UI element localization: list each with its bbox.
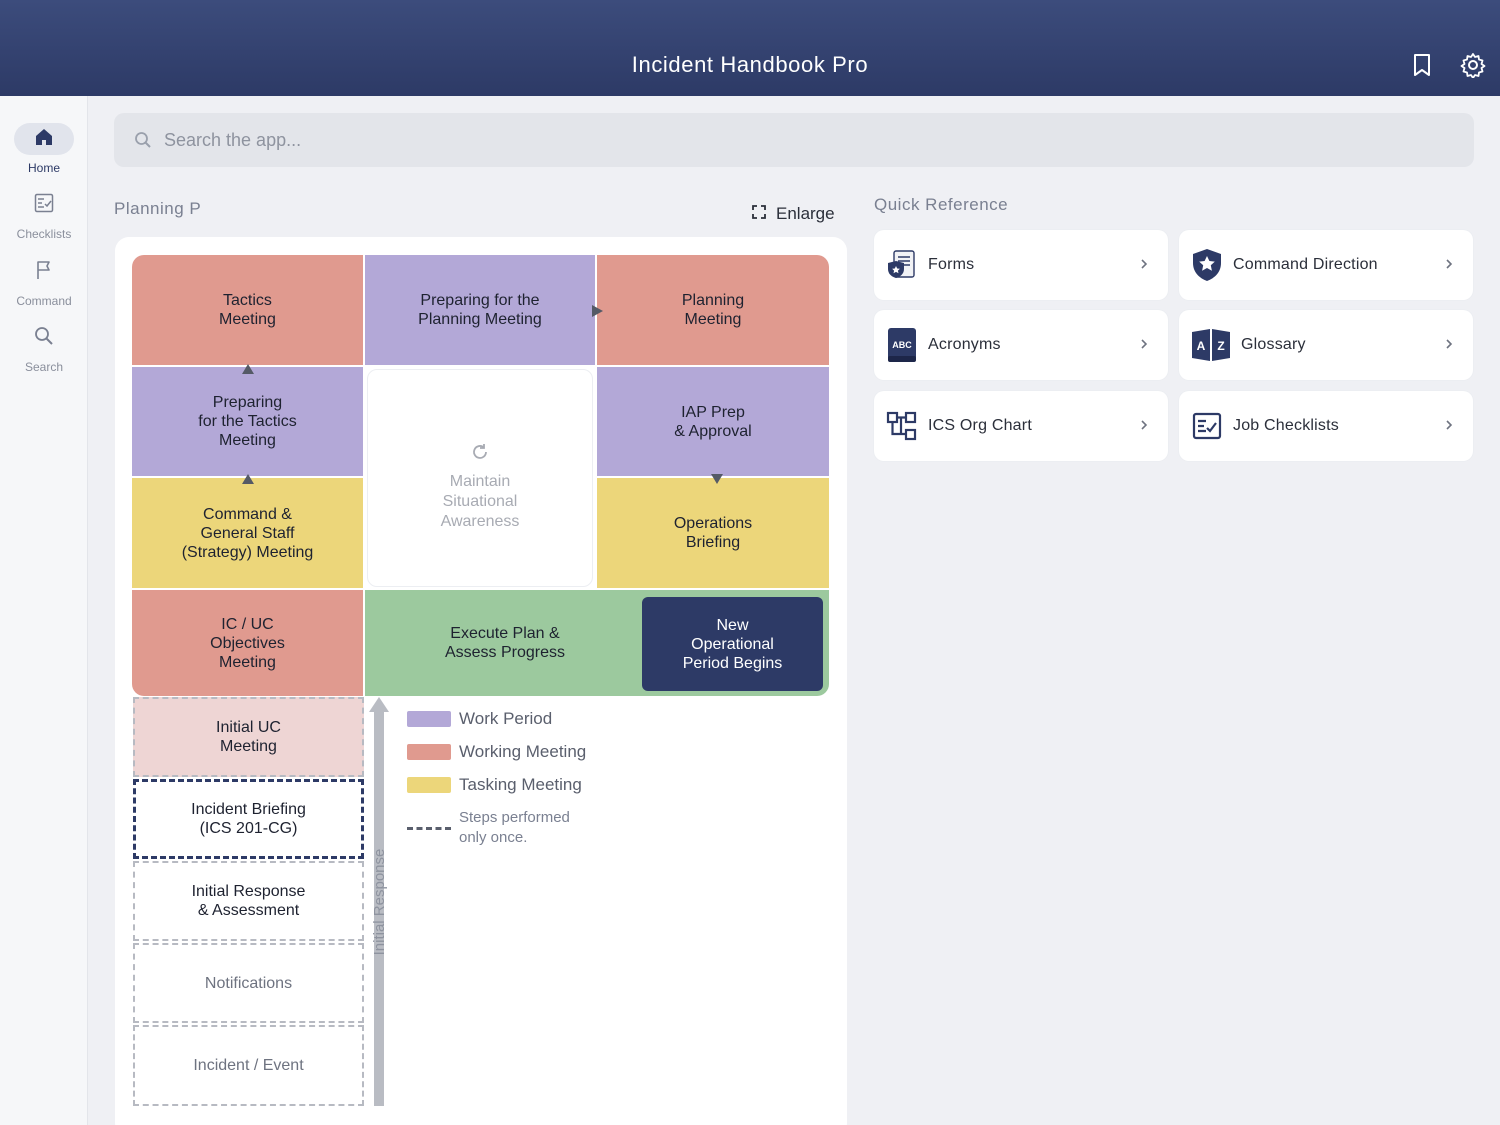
tactics-meeting-cell[interactable]: Tactics Meeting bbox=[132, 255, 363, 365]
quick-ref-label: Forms bbox=[928, 256, 975, 273]
legend-label: Work Period bbox=[459, 709, 553, 728]
chevron-right-icon bbox=[1140, 418, 1148, 436]
quick-ref-acronyms[interactable]: ABC Acronyms bbox=[874, 310, 1168, 380]
search-input[interactable] bbox=[164, 113, 1454, 167]
legend-label: Working Meeting bbox=[459, 742, 587, 761]
legend-dashed-line bbox=[407, 826, 451, 830]
quick-ref-forms[interactable]: Forms bbox=[874, 230, 1168, 300]
enlarge-label: Enlarge bbox=[776, 204, 835, 223]
execute-plan-label: Execute Plan & Assess Progress bbox=[444, 625, 566, 661]
org-chart-icon bbox=[886, 408, 918, 444]
chevron-right-icon bbox=[1140, 337, 1148, 355]
quick-ref-command-direction[interactable]: Command Direction bbox=[1179, 230, 1473, 300]
incident-briefing-cell[interactable]: Incident Briefing (ICS 201-CG) bbox=[133, 779, 364, 859]
home-icon bbox=[34, 127, 54, 152]
az-book-icon: AZ bbox=[1191, 327, 1231, 363]
new-operational-period-cell[interactable]: New Operational Period Begins bbox=[642, 597, 823, 691]
search-icon bbox=[134, 131, 152, 154]
svg-text:Z: Z bbox=[1217, 339, 1224, 353]
legend-work-period: Work Period bbox=[407, 709, 552, 729]
quick-ref-label: Job Checklists bbox=[1233, 417, 1339, 434]
legend-label: Tasking Meeting bbox=[459, 775, 582, 794]
abc-book-icon: ABC bbox=[886, 327, 918, 363]
initial-response-cell[interactable]: Initial Response & Assessment bbox=[133, 861, 364, 941]
sidebar-item-label: Home bbox=[27, 161, 60, 175]
legend-tasking-meeting: Tasking Meeting bbox=[407, 775, 582, 795]
quick-ref-label: Acronyms bbox=[928, 336, 1001, 353]
app-header: Incident Handbook Pro bbox=[0, 0, 1500, 96]
gear-icon[interactable] bbox=[1460, 52, 1486, 79]
checklist-icon bbox=[34, 193, 54, 218]
svg-text:ABC: ABC bbox=[892, 340, 912, 350]
sidebar-item-checklists[interactable]: Checklists bbox=[0, 189, 88, 241]
expand-icon bbox=[752, 204, 766, 224]
sidebar-item-label: Search bbox=[24, 360, 64, 374]
operations-briefing-cell[interactable]: Operations Briefing bbox=[597, 478, 829, 588]
arrow-right-icon bbox=[592, 305, 603, 317]
planning-p-diagram: Tactics Meeting Preparing for the Planni… bbox=[132, 255, 829, 696]
sidebar-nav: Home Checklists Command Search bbox=[0, 96, 88, 1125]
preparing-planning-meeting-cell[interactable]: Preparing for the Planning Meeting bbox=[365, 255, 595, 365]
enlarge-button[interactable]: Enlarge bbox=[752, 204, 835, 224]
refresh-icon bbox=[471, 424, 489, 466]
quick-reference-title: Quick Reference bbox=[874, 195, 1009, 214]
quick-ref-glossary[interactable]: AZ Glossary bbox=[1179, 310, 1473, 380]
initial-response-label: Initial Response bbox=[371, 848, 388, 956]
planning-meeting-cell[interactable]: Planning Meeting bbox=[597, 255, 829, 365]
chevron-right-icon bbox=[1445, 418, 1453, 436]
planning-section-title: Planning P bbox=[114, 199, 202, 218]
flag-icon bbox=[34, 260, 54, 285]
chevron-right-icon bbox=[1445, 337, 1453, 355]
maintain-awareness-label: Maintain Situational Awareness bbox=[440, 473, 520, 530]
preparing-tactics-meeting-cell[interactable]: Preparing for the Tactics Meeting bbox=[132, 367, 363, 476]
legend-swatch bbox=[407, 777, 451, 793]
quick-ref-label: ICS Org Chart bbox=[928, 417, 1032, 434]
initial-uc-meeting-cell[interactable]: Initial UC Meeting bbox=[133, 697, 364, 777]
notifications-cell[interactable]: Notifications bbox=[133, 943, 364, 1023]
bookmark-icon[interactable] bbox=[1409, 52, 1435, 78]
quick-ref-ics-org-chart[interactable]: ICS Org Chart bbox=[874, 391, 1168, 461]
sidebar-item-label: Command bbox=[16, 294, 72, 308]
sidebar-item-label: Checklists bbox=[16, 227, 72, 241]
chevron-right-icon bbox=[1445, 257, 1453, 275]
sidebar-item-search[interactable]: Search bbox=[0, 322, 88, 374]
app-title: Incident Handbook Pro bbox=[631, 52, 869, 77]
svg-text:A: A bbox=[1197, 339, 1206, 353]
search-icon bbox=[34, 326, 54, 351]
legend-steps-once: Steps performed only once. bbox=[407, 808, 570, 848]
command-general-staff-cell[interactable]: Command & General Staff (Strategy) Meeti… bbox=[132, 478, 363, 588]
sidebar-item-home[interactable]: Home bbox=[0, 123, 88, 175]
search-bar bbox=[114, 113, 1474, 167]
legend-working-meeting: Working Meeting bbox=[407, 742, 586, 762]
arrow-up-icon bbox=[369, 697, 389, 712]
iap-prep-cell[interactable]: IAP Prep & Approval bbox=[597, 367, 829, 476]
sidebar-item-command[interactable]: Command bbox=[0, 256, 88, 308]
forms-icon bbox=[886, 247, 918, 283]
incident-event-cell[interactable]: Incident / Event bbox=[133, 1025, 364, 1106]
arrow-up-icon bbox=[242, 474, 254, 484]
arrow-up-icon bbox=[242, 364, 254, 374]
arrow-down-icon bbox=[711, 474, 723, 484]
checklist-icon bbox=[1191, 408, 1223, 444]
quick-ref-label: Command Direction bbox=[1233, 256, 1378, 273]
maintain-awareness-cell[interactable]: Maintain Situational Awareness bbox=[367, 369, 593, 587]
legend-label: Steps performed only once. bbox=[459, 809, 570, 846]
quick-ref-label: Glossary bbox=[1241, 336, 1306, 353]
ic-uc-objectives-cell[interactable]: IC / UC Objectives Meeting bbox=[132, 590, 363, 696]
quick-ref-job-checklists[interactable]: Job Checklists bbox=[1179, 391, 1473, 461]
legend-swatch bbox=[407, 711, 451, 727]
shield-star-icon bbox=[1191, 247, 1223, 283]
legend-swatch bbox=[407, 744, 451, 760]
chevron-right-icon bbox=[1140, 257, 1148, 275]
